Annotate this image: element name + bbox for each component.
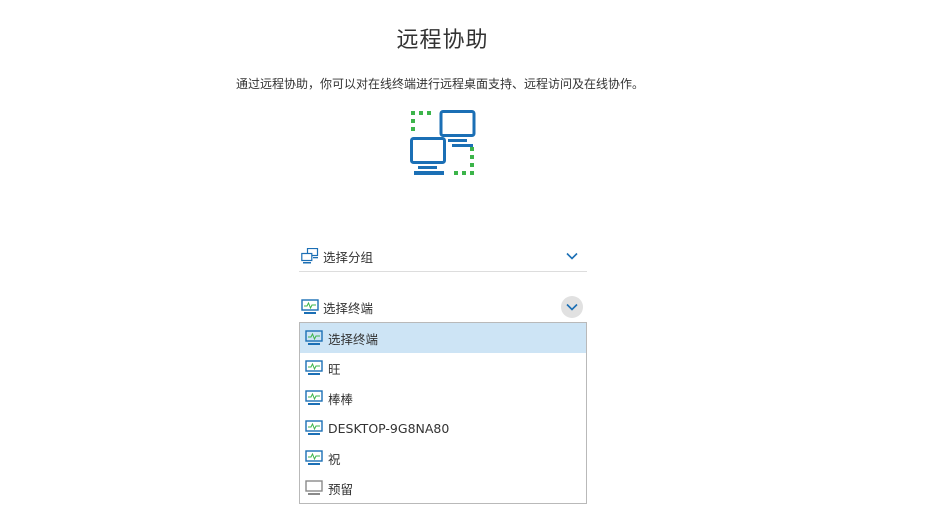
terminal-select[interactable]: 选择终端 <box>299 292 587 323</box>
page-title: 远程协助 <box>396 28 489 53</box>
terminal-option[interactable]: 棒棒 <box>300 383 586 413</box>
terminal-option-label: 棒棒 <box>328 391 354 407</box>
terminal-dropdown-list: 选择终端 旺 棒棒 DESKTOP-9G8NA80 祝 预留 <box>299 322 587 504</box>
chevron-down-icon[interactable] <box>561 296 583 318</box>
terminal-option[interactable]: DESKTOP-9G8NA80 <box>300 413 586 443</box>
terminal-option-label: DESKTOP-9G8NA80 <box>328 420 450 436</box>
page-description: 通过远程协助，你可以对在线终端进行远程桌面支持、远程访问及在线协作。 <box>235 77 644 91</box>
terminal-option[interactable]: 预留 <box>300 473 586 503</box>
monitor-offline-icon <box>305 480 323 495</box>
terminal-select-label: 选择终端 <box>323 300 374 316</box>
chevron-down-icon[interactable] <box>561 245 583 267</box>
monitor-online-icon <box>305 330 323 345</box>
group-select-label: 选择分组 <box>323 249 374 265</box>
monitor-online-icon <box>305 390 323 405</box>
terminal-option-label: 旺 <box>328 361 341 377</box>
group-select[interactable]: 选择分组 <box>299 241 587 272</box>
monitor-icon <box>301 299 319 314</box>
monitor-online-icon <box>305 360 323 375</box>
terminal-option-label: 预留 <box>328 481 354 497</box>
monitor-online-icon <box>305 450 323 465</box>
terminal-option[interactable]: 旺 <box>300 353 586 383</box>
monitor-online-icon <box>305 420 323 435</box>
terminal-option[interactable]: 祝 <box>300 443 586 473</box>
computer-group-icon <box>301 248 319 264</box>
terminal-option-label: 选择终端 <box>328 331 379 347</box>
terminal-option[interactable]: 选择终端 <box>300 323 586 353</box>
remote-computers-icon <box>410 110 476 175</box>
terminal-option-label: 祝 <box>328 451 341 467</box>
